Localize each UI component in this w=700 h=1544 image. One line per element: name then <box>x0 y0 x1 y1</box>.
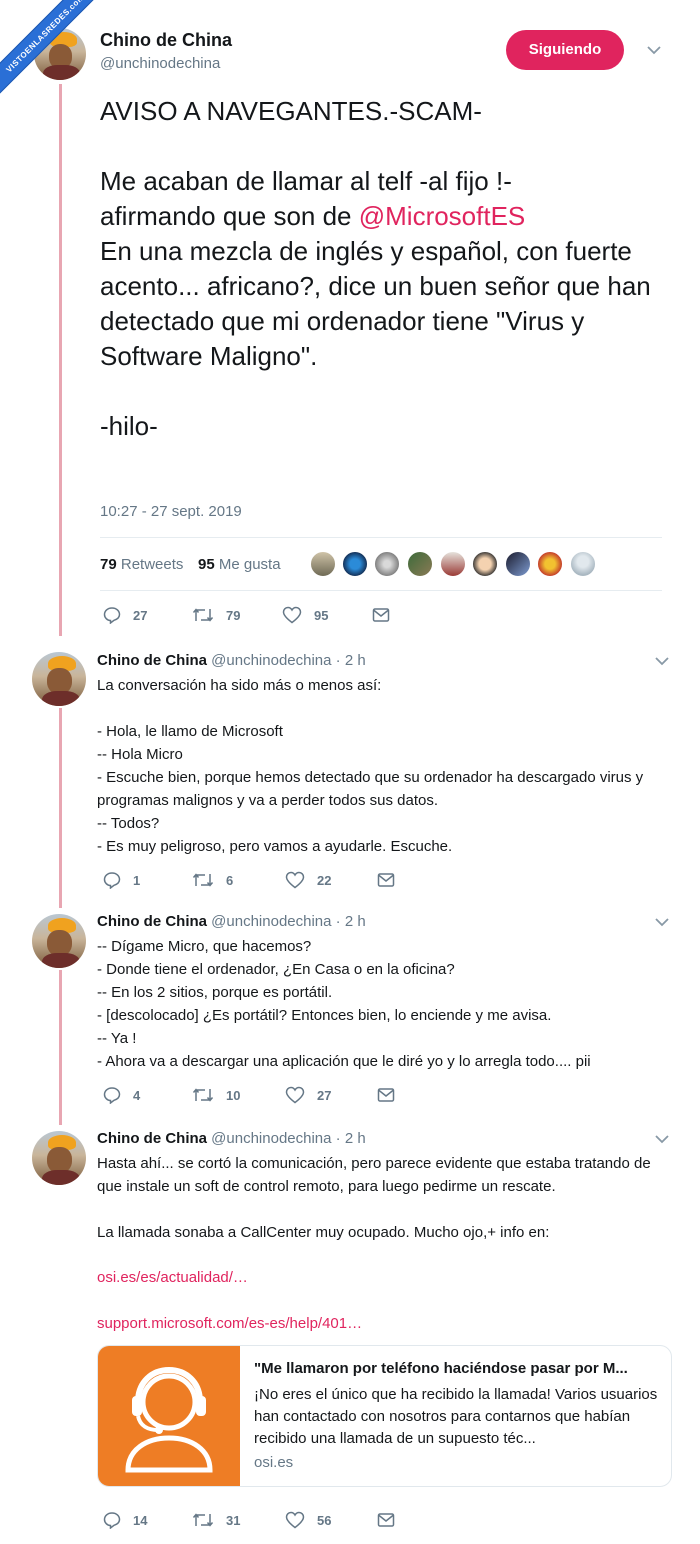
retweet-button[interactable]: 79 <box>192 603 240 627</box>
retweet-icon <box>192 1511 214 1529</box>
thread-line <box>59 84 62 636</box>
card-description: ¡No eres el único que ha recibido la lla… <box>254 1386 658 1447</box>
avatar[interactable] <box>374 551 400 577</box>
tweet-stats: 79 Retweets 95 Me gusta <box>100 537 662 591</box>
message-button[interactable] <box>377 1508 395 1532</box>
like-button[interactable]: 22 <box>285 868 331 892</box>
reply-time[interactable]: · 2 h <box>336 1130 366 1147</box>
message-icon <box>377 872 395 888</box>
like-icon <box>282 606 302 624</box>
chevron-down-icon[interactable] <box>655 656 669 668</box>
reply-icon <box>103 1086 121 1104</box>
tweet-actions: 1 6 22 <box>100 868 500 892</box>
headset-person-icon <box>98 1366 240 1486</box>
avatar[interactable] <box>440 551 466 577</box>
reply-button[interactable]: 4 <box>103 1083 140 1107</box>
like-button[interactable]: 56 <box>285 1508 331 1532</box>
reply-icon <box>103 871 121 889</box>
retweets-stat[interactable]: 79 Retweets <box>100 556 183 573</box>
author-name[interactable]: Chino de China <box>97 913 207 930</box>
following-button[interactable]: Siguiendo <box>506 30 624 70</box>
likes-stat[interactable]: 95 Me gusta <box>198 556 281 573</box>
like-icon <box>285 1511 305 1529</box>
avatar[interactable] <box>342 551 368 577</box>
link-preview-card[interactable]: "Me llamaron por teléfono haciéndose pas… <box>97 1345 672 1487</box>
card-domain: osi.es <box>254 1454 294 1471</box>
message-button[interactable] <box>372 603 390 627</box>
reply-time[interactable]: · 2 h <box>336 913 366 930</box>
retweet-icon <box>192 606 214 624</box>
reply-button[interactable]: 1 <box>103 868 140 892</box>
chevron-down-icon[interactable] <box>647 45 661 57</box>
reply-icon <box>103 606 121 624</box>
like-icon <box>285 871 305 889</box>
tweet-timestamp[interactable]: 10:27 - 27 sept. 2019 <box>100 503 242 520</box>
reply-text: Hasta ahí... se cortó la comunicación, p… <box>97 1155 651 1241</box>
reply-text: -- Dígame Micro, que hacemos? - Donde ti… <box>97 938 591 1070</box>
tweet-actions: 14 31 56 <box>100 1508 500 1532</box>
chevron-down-icon[interactable] <box>655 1134 669 1146</box>
message-icon <box>377 1087 395 1103</box>
mention-link[interactable]: @MicrosoftES <box>359 201 526 231</box>
reply-button[interactable]: 27 <box>103 603 147 627</box>
message-icon <box>377 1512 395 1528</box>
author-handle[interactable]: @unchinodechina <box>211 913 331 930</box>
author-name[interactable]: Chino de China <box>97 652 207 669</box>
avatar[interactable] <box>32 652 86 706</box>
retweet-button[interactable]: 6 <box>192 868 233 892</box>
author-handle[interactable]: @unchinodechina <box>100 55 220 72</box>
author-name[interactable]: Chino de China <box>97 1130 207 1147</box>
avatar[interactable] <box>310 551 336 577</box>
like-button[interactable]: 27 <box>285 1083 331 1107</box>
avatar[interactable] <box>32 1131 86 1185</box>
message-button[interactable] <box>377 868 395 892</box>
retweet-button[interactable]: 10 <box>192 1083 240 1107</box>
like-icon <box>285 1086 305 1104</box>
author-handle[interactable]: @unchinodechina <box>211 1130 331 1147</box>
card-image <box>98 1346 240 1486</box>
tweet-text: AVISO A NAVEGANTES.-SCAM- Me acaban de l… <box>100 96 651 441</box>
reply-header: Chino de China @unchinodechina · 2 h <box>97 652 366 669</box>
author-handle[interactable]: @unchinodechina <box>211 652 331 669</box>
thread-line <box>59 970 62 1125</box>
message-icon <box>372 607 390 623</box>
author-name[interactable]: Chino de China <box>100 30 232 51</box>
tweet-actions: 4 10 27 <box>100 1083 500 1107</box>
reply-header: Chino de China @unchinodechina · 2 h <box>97 1130 366 1147</box>
reply-button[interactable]: 14 <box>103 1508 147 1532</box>
retweet-icon <box>192 1086 214 1104</box>
tweet-actions: 27 79 95 <box>100 603 500 627</box>
avatar[interactable] <box>472 551 498 577</box>
message-button[interactable] <box>377 1083 395 1107</box>
chevron-down-icon[interactable] <box>655 917 669 929</box>
card-title: "Me llamaron por teléfono haciéndose pas… <box>254 1360 628 1377</box>
reply-text: La conversación ha sido más o menos así:… <box>97 677 644 855</box>
retweet-button[interactable]: 31 <box>192 1508 240 1532</box>
avatar[interactable] <box>537 551 563 577</box>
microsoft-support-link[interactable]: support.microsoft.com/es-es/help/401… <box>97 1312 677 1335</box>
avatar[interactable] <box>32 914 86 968</box>
osi-link[interactable]: osi.es/es/actualidad/… <box>97 1266 677 1289</box>
retweet-icon <box>192 871 214 889</box>
avatar[interactable] <box>505 551 531 577</box>
avatar[interactable] <box>570 551 596 577</box>
thread-line <box>59 708 62 908</box>
reply-header: Chino de China @unchinodechina · 2 h <box>97 913 366 930</box>
reply-time[interactable]: · 2 h <box>336 652 366 669</box>
avatar[interactable] <box>407 551 433 577</box>
like-button[interactable]: 95 <box>282 603 328 627</box>
reply-icon <box>103 1511 121 1529</box>
